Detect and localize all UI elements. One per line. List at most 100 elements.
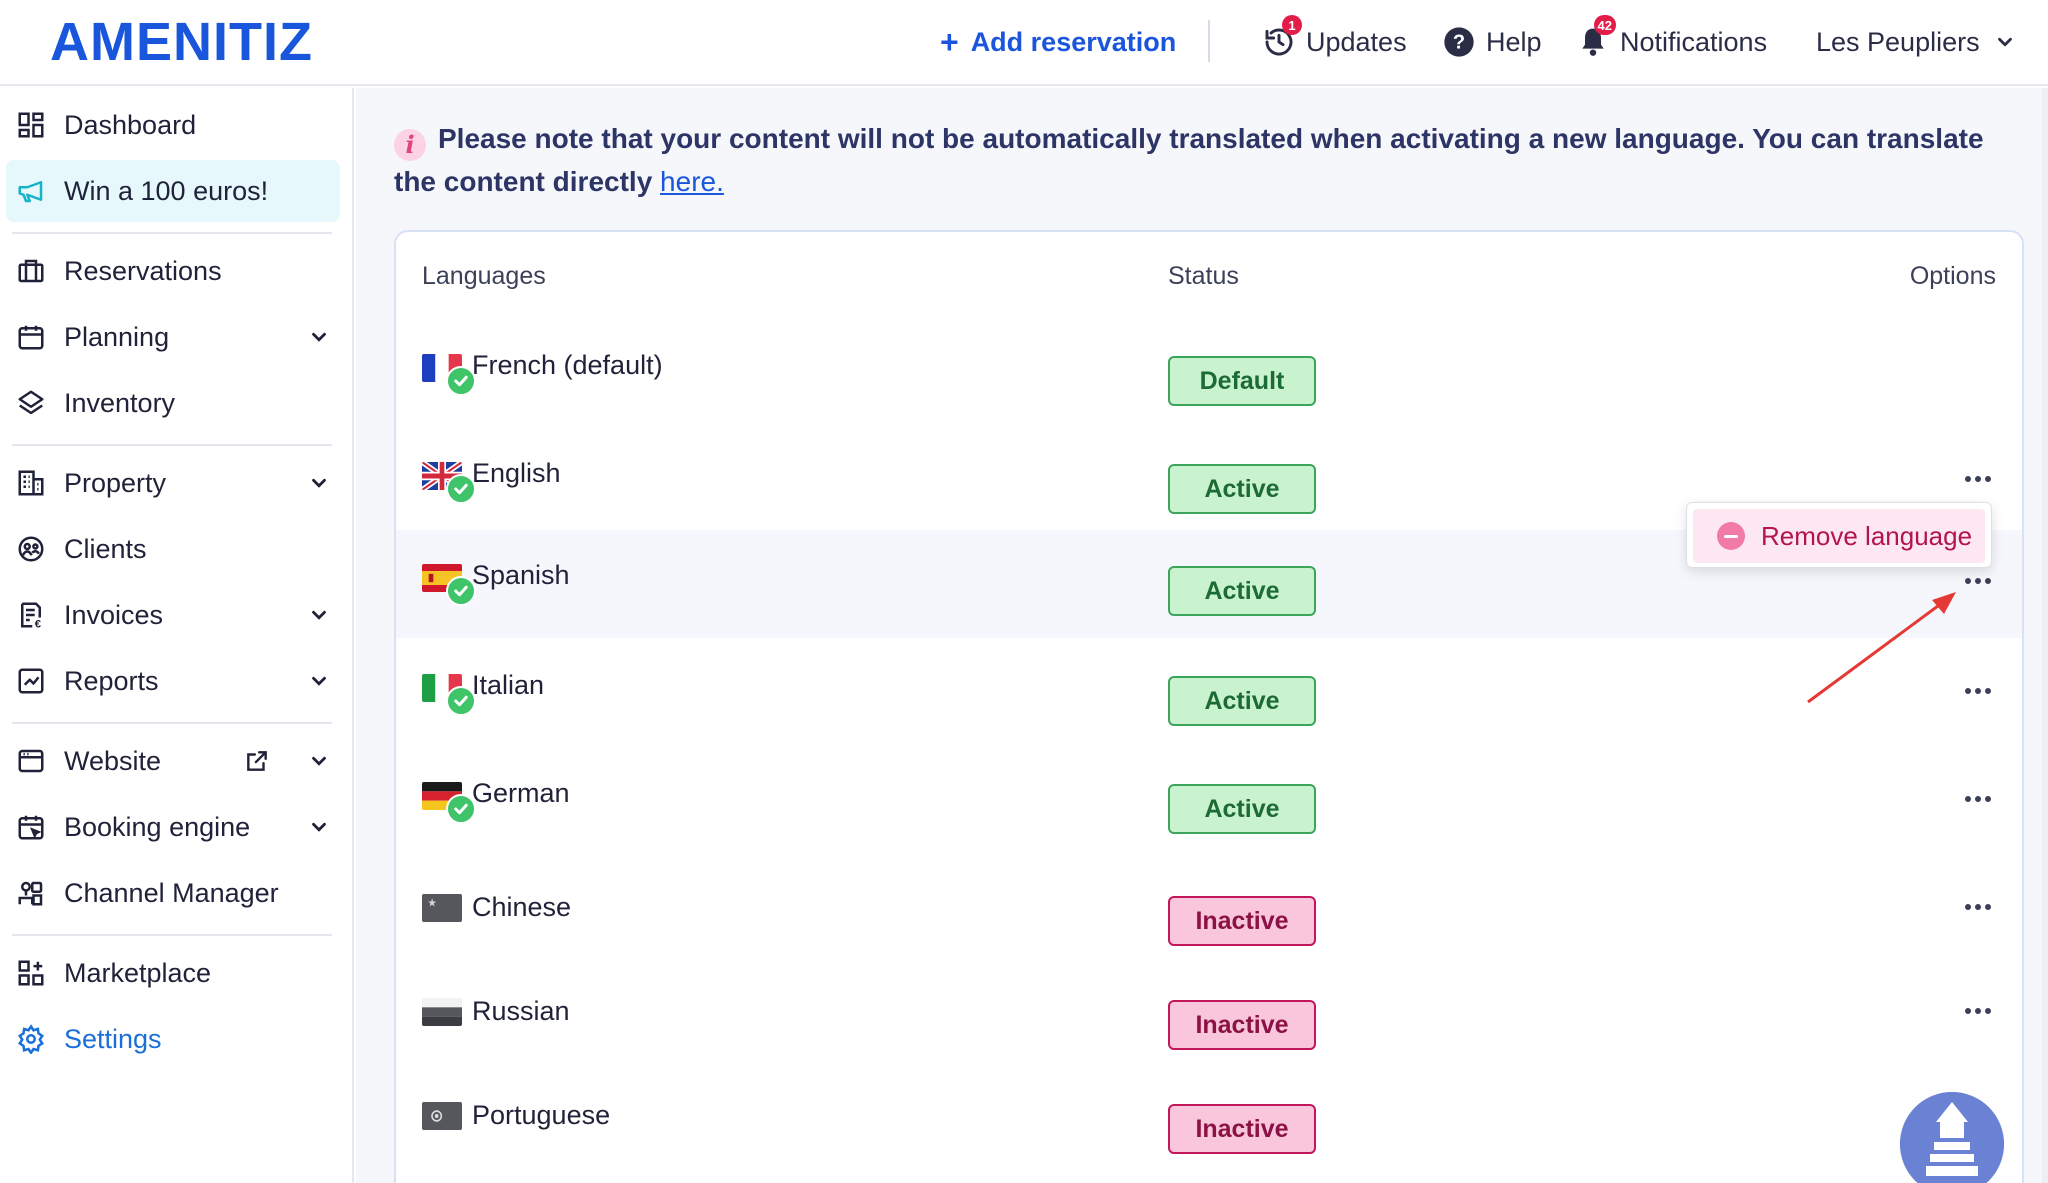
- sidebar-divider: [12, 444, 332, 446]
- add-reservation-label: Add reservation: [970, 26, 1177, 57]
- language-name: Chinese: [472, 892, 572, 922]
- amenitiz-logo[interactable]: AMENITIZ: [50, 12, 313, 72]
- sidebar-divider: [12, 934, 332, 936]
- sidebar-item-planning[interactable]: Planning: [6, 306, 340, 368]
- sidebar-item-label: Invoices: [64, 599, 164, 630]
- notice-text: Please note that your content will not b…: [394, 123, 1984, 197]
- calendar-icon: [18, 325, 44, 350]
- chevron-down-icon: [1997, 37, 2012, 47]
- sidebar-item-booking-engine[interactable]: Booking engine: [6, 796, 340, 858]
- remove-language-label: Remove language: [1761, 520, 1973, 551]
- language-options-dropdown: Remove language: [1686, 502, 1992, 568]
- table-row-russian: Russian Inactive: [396, 958, 2022, 1066]
- sidebar-item-label: Website: [64, 745, 162, 776]
- sidebar-item-dashboard[interactable]: Dashboard: [6, 94, 340, 156]
- table-row-german: German Active: [396, 746, 2022, 854]
- translation-notice: i Please note that your content will not …: [394, 118, 2014, 203]
- property-selector[interactable]: Les Peupliers: [1816, 20, 2016, 64]
- clients-icon: [18, 536, 44, 562]
- sidebar-item-label: Property: [64, 467, 167, 498]
- options-menu-button[interactable]: [1958, 464, 1998, 494]
- layers-icon: [18, 390, 44, 415]
- sidebar-item-label: Channel Manager: [64, 877, 279, 908]
- options-menu-button[interactable]: [1958, 996, 1998, 1026]
- language-name: German: [472, 778, 570, 808]
- sidebar-item-label: Marketplace: [64, 957, 212, 988]
- chevron-down-icon: [312, 332, 326, 342]
- sidebar-item-label: Booking engine: [64, 811, 251, 842]
- options-menu-button[interactable]: [1958, 676, 1998, 706]
- add-reservation-button[interactable]: + Add reservation: [940, 20, 1176, 64]
- sidebar-item-reservations[interactable]: Reservations: [6, 240, 340, 302]
- updates-button[interactable]: 1 Updates: [1262, 15, 1407, 64]
- help-icon: ?: [1442, 25, 1476, 59]
- sidebar-item-label: Dashboard: [64, 109, 197, 140]
- sidebar-item-website[interactable]: Website: [6, 730, 340, 792]
- translate-here-link[interactable]: here.: [660, 166, 724, 197]
- sidebar-item-marketplace[interactable]: Marketplace: [6, 942, 340, 1004]
- building-icon: [18, 470, 44, 496]
- top-bar: AMENITIZ + Add reservation 1 Updates ? H…: [0, 0, 2048, 86]
- portugal-flag-icon: [422, 1102, 462, 1130]
- chevron-down-icon: [312, 676, 326, 686]
- language-name: English: [472, 458, 561, 488]
- status-badge: Active: [1168, 464, 1316, 514]
- sidebar-item-clients[interactable]: Clients: [6, 518, 340, 580]
- notifications-badge: 42: [1593, 15, 1616, 35]
- topbar-divider: [1208, 20, 1210, 62]
- status-badge: Inactive: [1168, 1000, 1316, 1050]
- language-name: Portuguese: [472, 1100, 611, 1130]
- remove-language-option[interactable]: Remove language: [1693, 509, 1985, 563]
- sidebar-item-label: Reservations: [64, 255, 222, 286]
- chevron-down-icon: [312, 756, 326, 766]
- notifications-button[interactable]: 42 Notifications: [1576, 15, 1767, 64]
- plus-icon: +: [940, 24, 959, 60]
- spain-flag-icon: [422, 564, 476, 606]
- sidebar-item-channel-manager[interactable]: Channel Manager: [6, 862, 340, 924]
- browser-icon: [18, 749, 44, 773]
- sidebar-divider: [12, 722, 332, 724]
- help-label: Help: [1486, 26, 1542, 57]
- grid-plus-icon: [18, 960, 44, 986]
- suitcase-icon: [18, 259, 44, 283]
- languages-card: Languages Status Options French (default…: [394, 230, 2024, 1183]
- status-badge: Default: [1168, 356, 1316, 406]
- table-row-french: French (default) Default: [396, 314, 2022, 422]
- help-button[interactable]: ? Help: [1442, 20, 1542, 64]
- history-icon: 1: [1262, 15, 1302, 59]
- sidebar-item-reports[interactable]: Reports: [6, 650, 340, 712]
- megaphone-icon: [18, 181, 43, 203]
- invoice-icon: €: [21, 602, 42, 630]
- russia-flag-icon: [422, 998, 462, 1026]
- options-menu-button[interactable]: [1958, 892, 1998, 922]
- language-name: Spanish: [472, 560, 570, 590]
- china-flag-icon: ★: [422, 894, 462, 922]
- chart-icon: [18, 668, 44, 694]
- info-icon: i: [394, 129, 426, 161]
- channel-icon: [18, 881, 43, 906]
- sidebar-item-inventory[interactable]: Inventory: [6, 372, 340, 434]
- sidebar-item-label: Planning: [64, 321, 170, 352]
- sidebar-item-invoices[interactable]: € Invoices: [6, 584, 340, 646]
- uk-flag-icon: [422, 462, 476, 504]
- options-menu-button[interactable]: [1958, 784, 1998, 814]
- language-name: Russian: [472, 996, 570, 1026]
- table-row-portuguese: Portuguese Inactive: [396, 1062, 2022, 1170]
- sidebar-item-property[interactable]: Property: [6, 452, 340, 514]
- france-flag-icon: [422, 354, 476, 396]
- svg-text:?: ?: [1453, 32, 1465, 54]
- chevron-down-icon: [312, 478, 326, 488]
- updates-label: Updates: [1306, 26, 1407, 57]
- page-scrollbar[interactable]: [2042, 88, 2048, 1183]
- updates-badge: 1: [1282, 15, 1302, 35]
- sidebar-item-win-100-euros[interactable]: Win a 100 euros!: [6, 160, 340, 222]
- sidebar-item-settings[interactable]: Settings: [6, 1008, 340, 1070]
- sidebar-divider: [12, 232, 332, 234]
- options-menu-button[interactable]: [1958, 566, 1998, 596]
- external-link-icon[interactable]: [244, 748, 270, 774]
- table-row-chinese: ★ Chinese Inactive: [396, 854, 2022, 962]
- sidebar-item-label: Reports: [64, 665, 159, 696]
- bell-icon: 42: [1576, 15, 1616, 59]
- gear-icon: [18, 1024, 44, 1054]
- chevron-down-icon: [312, 822, 326, 832]
